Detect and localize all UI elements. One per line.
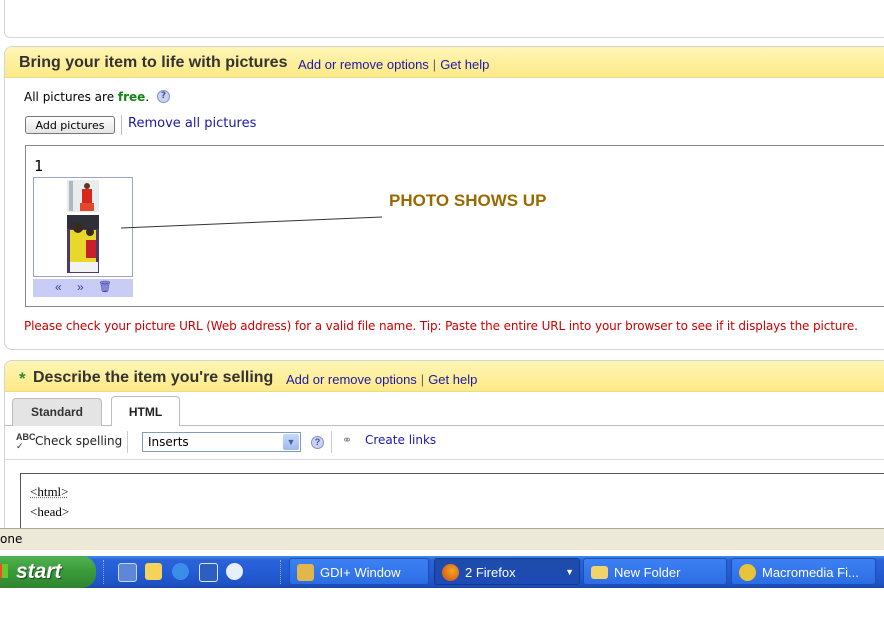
toolbar-divider	[121, 115, 122, 135]
taskbar-button-firefox[interactable]: 2 Firefox ▼	[434, 558, 580, 585]
add-remove-options-link[interactable]: Add or remove options	[286, 372, 417, 387]
pictures-section-title: Bring your item to life with pictures	[19, 54, 288, 71]
chevron-down-icon[interactable]: ▼	[283, 434, 299, 450]
get-help-link[interactable]: Get help	[428, 372, 477, 387]
add-remove-options-link[interactable]: Add or remove options	[298, 57, 429, 72]
taskbar-button-gdi-window[interactable]: GDI+ Window	[289, 558, 429, 585]
pictures-header-links: Add or remove options | Get help	[298, 57, 490, 72]
start-button[interactable]: start	[0, 556, 96, 588]
macromedia-icon	[739, 564, 756, 581]
inserts-select[interactable]: Inserts ▼	[142, 432, 301, 452]
annotation-line	[120, 216, 383, 229]
remove-all-pictures-link[interactable]: Remove all pictures	[128, 116, 256, 131]
start-label: start	[16, 560, 62, 583]
required-asterisk: *	[19, 369, 26, 388]
key-icon	[297, 564, 314, 581]
editor-toolbar: ABC ✓ Check spelling Inserts ▼ ? ⚭ Create…	[5, 426, 884, 460]
picture-slots-box: 1 « » 🗑 PHOTO SHOWS UP	[25, 145, 884, 307]
thumbnail-controls: « » 🗑	[33, 279, 133, 297]
picture-url-error: Please check your picture URL (Web addre…	[24, 319, 858, 333]
taskbar-divider	[103, 560, 107, 584]
get-help-link[interactable]: Get help	[440, 57, 489, 72]
create-links-link[interactable]: Create links	[365, 433, 436, 447]
spellcheck-icon: ABC ✓	[16, 432, 36, 451]
tab-standard[interactable]: Standard	[12, 398, 102, 426]
add-pictures-button[interactable]: Add pictures	[25, 116, 115, 134]
trash-icon[interactable]: 🗑	[98, 280, 112, 293]
slot-number: 1	[34, 157, 44, 175]
picture-thumbnail[interactable]	[33, 177, 133, 277]
free-label: free	[117, 90, 146, 104]
photo-image	[67, 180, 99, 273]
taskbar-button-macromedia[interactable]: Macromedia Fi...	[731, 558, 876, 585]
annotation-text: PHOTO SHOWS UP	[389, 191, 547, 210]
move-left-icon[interactable]: «	[55, 280, 62, 294]
browser-status-bar: one	[0, 528, 884, 550]
move-right-icon[interactable]: »	[77, 280, 84, 294]
toolbar-divider	[127, 431, 128, 453]
messenger-icon[interactable]	[145, 563, 162, 580]
media-icon[interactable]	[226, 563, 243, 580]
free-pictures-note: All pictures are free. ?	[24, 90, 170, 104]
show-desktop-icon[interactable]	[118, 563, 137, 582]
link-icon: ⚭	[342, 433, 353, 447]
inserts-select-value: Inserts	[148, 435, 189, 449]
firefox-icon	[442, 564, 459, 581]
status-text: one	[0, 532, 23, 546]
taskbar-divider	[280, 560, 284, 584]
help-icon[interactable]: ?	[311, 436, 324, 449]
word-icon[interactable]	[199, 563, 218, 582]
pictures-section-header: Bring your item to life with pictures Ad…	[5, 47, 884, 78]
tab-html[interactable]: HTML	[111, 396, 180, 427]
taskbar-button-new-folder[interactable]: New Folder	[583, 558, 727, 585]
windows-logo-icon	[0, 564, 8, 578]
describe-header-links: Add or remove options | Get help	[286, 372, 478, 387]
describe-section-header: * Describe the item you're selling Add o…	[5, 361, 884, 392]
code-line: <head>	[30, 504, 70, 519]
toolbar-divider	[331, 431, 332, 453]
previous-section-panel	[4, 0, 884, 38]
code-line: <html>	[30, 484, 69, 499]
windows-taskbar: start GDI+ Window 2 Firefox ▼ New Folder…	[0, 556, 884, 588]
describe-section-title: Describe the item you're selling	[33, 369, 274, 386]
internet-explorer-icon[interactable]	[172, 563, 189, 580]
folder-icon	[591, 566, 608, 579]
check-spelling-button[interactable]: Check spelling	[35, 434, 122, 448]
chevron-down-icon[interactable]: ▼	[565, 559, 574, 584]
help-icon[interactable]: ?	[156, 90, 170, 103]
